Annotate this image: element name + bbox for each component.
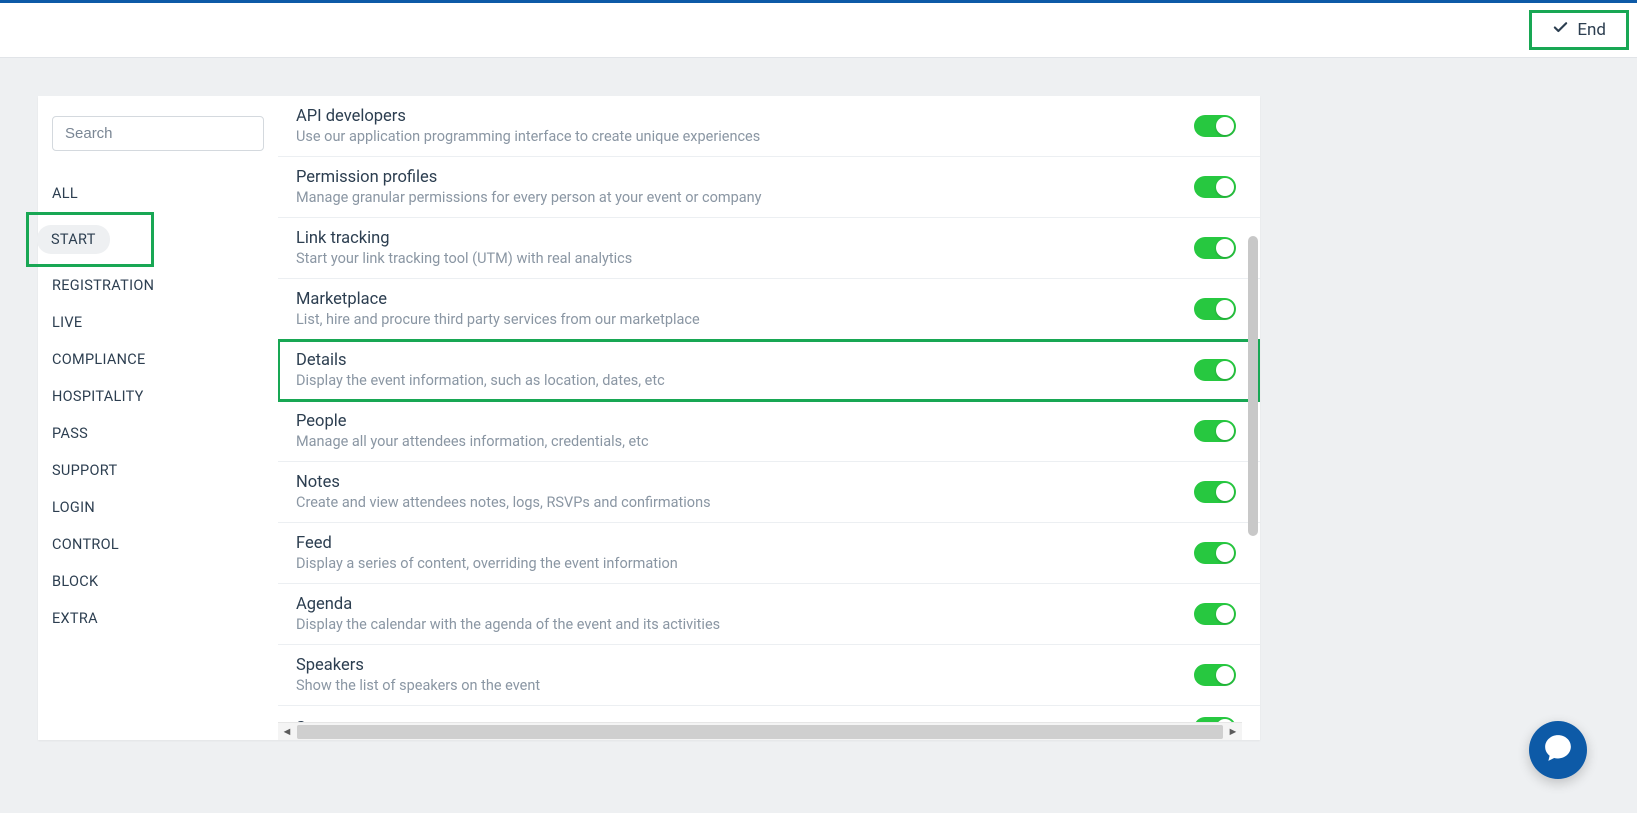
feature-row: Feed Display a series of content, overrid… — [278, 523, 1260, 584]
sidebar-item-live[interactable]: LIVE — [52, 304, 264, 341]
end-button-label: End — [1577, 20, 1606, 40]
feature-toggle[interactable] — [1194, 420, 1236, 442]
sidebar-item-support[interactable]: SUPPORT — [52, 452, 264, 489]
feature-desc: Start your link tracking tool (UTM) with… — [296, 250, 632, 267]
sidebar-nav: ALL START REGISTRATION LIVE COMPLIANCE H… — [52, 175, 264, 637]
sidebar-item-login[interactable]: LOGIN — [52, 489, 264, 526]
feature-desc: Use our application programming interfac… — [296, 128, 760, 145]
feature-text: Details Display the event information, su… — [296, 351, 665, 389]
horizontal-scrollbar-track[interactable] — [297, 725, 1223, 739]
feature-row: Marketplace List, hire and procure third … — [278, 279, 1260, 340]
feature-row: Notes Create and view attendees notes, lo… — [278, 462, 1260, 523]
feature-toggle[interactable] — [1194, 603, 1236, 625]
feature-text: Speakers Show the list of speakers on the… — [296, 656, 540, 694]
scroll-left-icon[interactable]: ◄ — [278, 723, 296, 741]
vertical-scrollbar-thumb[interactable] — [1248, 236, 1258, 536]
feature-row: Agenda Display the calendar with the agen… — [278, 584, 1260, 645]
feature-title: Notes — [296, 473, 711, 492]
feature-title: API developers — [296, 107, 760, 126]
feature-row: Link tracking Start your link tracking to… — [278, 218, 1260, 279]
feature-title: Feed — [296, 534, 678, 553]
horizontal-scrollbar-thumb[interactable] — [297, 725, 1223, 739]
feature-toggle[interactable] — [1194, 359, 1236, 381]
feature-toggle[interactable] — [1194, 237, 1236, 259]
sidebar-item-all[interactable]: ALL — [52, 175, 264, 212]
feature-title: Agenda — [296, 595, 720, 614]
sidebar-item-label: START — [37, 225, 110, 254]
feature-desc: Manage granular permissions for every pe… — [296, 189, 762, 206]
feature-list: API developers Use our application progra… — [278, 96, 1260, 722]
sidebar-item-hospitality[interactable]: HOSPITALITY — [52, 378, 264, 415]
feature-desc: Display the calendar with the agenda of … — [296, 616, 720, 633]
sidebar-item-block[interactable]: BLOCK — [52, 563, 264, 600]
feature-desc: Show the list of speakers on the event — [296, 677, 540, 694]
feature-row: People Manage all your attendees informat… — [278, 401, 1260, 462]
feature-toggle[interactable] — [1194, 298, 1236, 320]
search-wrap — [52, 116, 264, 151]
feature-row: Speakers Show the list of speakers on the… — [278, 645, 1260, 706]
feature-desc: Manage all your attendees information, c… — [296, 433, 649, 450]
content-wrap: ALL START REGISTRATION LIVE COMPLIANCE H… — [0, 58, 1637, 740]
feature-desc: Create and view attendees notes, logs, R… — [296, 494, 711, 511]
feature-row: Sponsors — [278, 706, 1260, 722]
sidebar-item-pass[interactable]: PASS — [52, 415, 264, 452]
horizontal-scrollbar[interactable]: ◄ ► — [278, 722, 1242, 740]
feature-title: People — [296, 412, 649, 431]
feature-toggle[interactable] — [1194, 542, 1236, 564]
feature-row: API developers Use our application progra… — [278, 96, 1260, 157]
feature-text: API developers Use our application progra… — [296, 107, 760, 145]
feature-text: Permission profiles Manage granular permi… — [296, 168, 762, 206]
end-button[interactable]: End — [1529, 10, 1629, 50]
settings-panel: ALL START REGISTRATION LIVE COMPLIANCE H… — [38, 96, 1260, 740]
sidebar: ALL START REGISTRATION LIVE COMPLIANCE H… — [38, 96, 278, 740]
feature-toggle[interactable] — [1194, 481, 1236, 503]
search-input[interactable] — [52, 116, 264, 151]
top-bar: End — [0, 3, 1637, 58]
feature-toggle[interactable] — [1194, 176, 1236, 198]
feature-text: People Manage all your attendees informat… — [296, 412, 649, 450]
feature-text: Feed Display a series of content, overrid… — [296, 534, 678, 572]
sidebar-item-compliance[interactable]: COMPLIANCE — [52, 341, 264, 378]
feature-row: Details Display the event information, su… — [278, 340, 1260, 401]
feature-title: Speakers — [296, 656, 540, 675]
feature-main: API developers Use our application progra… — [278, 96, 1260, 740]
chat-icon — [1543, 733, 1573, 767]
feature-title: Marketplace — [296, 290, 700, 309]
feature-toggle[interactable] — [1194, 664, 1236, 686]
feature-desc: List, hire and procure third party servi… — [296, 311, 700, 328]
feature-title: Link tracking — [296, 229, 632, 248]
feature-scroller[interactable]: API developers Use our application progra… — [278, 96, 1260, 722]
feature-text: Notes Create and view attendees notes, lo… — [296, 473, 711, 511]
scroll-right-icon[interactable]: ► — [1224, 723, 1242, 741]
feature-desc: Display a series of content, overriding … — [296, 555, 678, 572]
chat-launcher-button[interactable] — [1529, 721, 1587, 779]
feature-text: Link tracking Start your link tracking to… — [296, 229, 632, 267]
sidebar-item-registration[interactable]: REGISTRATION — [52, 267, 264, 304]
feature-title: Details — [296, 351, 665, 370]
sidebar-item-control[interactable]: CONTROL — [52, 526, 264, 563]
feature-title: Permission profiles — [296, 168, 762, 187]
feature-text: Agenda Display the calendar with the agen… — [296, 595, 720, 633]
feature-desc: Display the event information, such as l… — [296, 372, 665, 389]
feature-row: Permission profiles Manage granular permi… — [278, 157, 1260, 218]
feature-toggle[interactable] — [1194, 115, 1236, 137]
sidebar-item-start[interactable]: START — [26, 212, 154, 267]
sidebar-item-extra[interactable]: EXTRA — [52, 600, 264, 637]
check-icon — [1552, 19, 1569, 41]
feature-text: Marketplace List, hire and procure third … — [296, 290, 700, 328]
